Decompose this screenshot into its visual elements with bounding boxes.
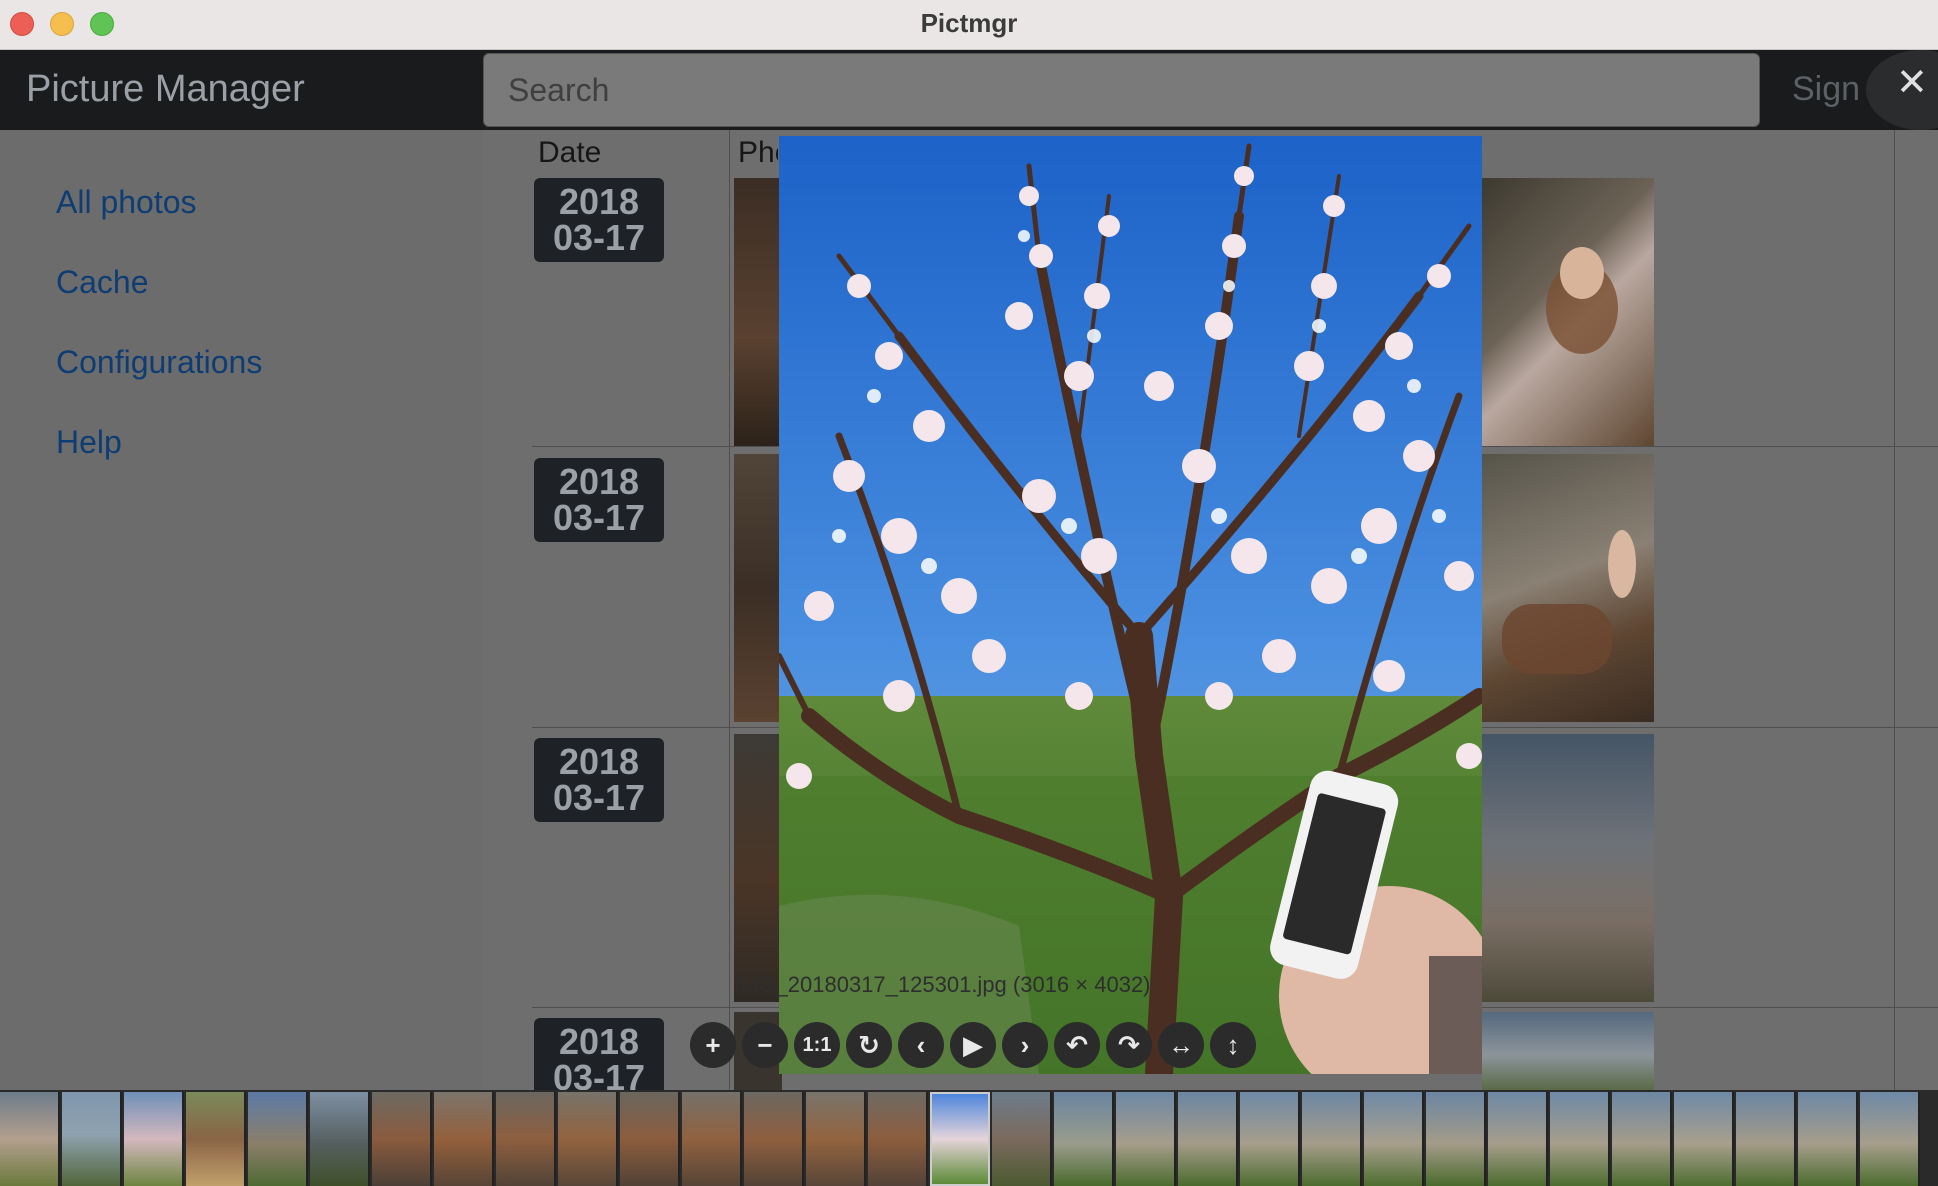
flip-horizontal-button[interactable]: ↔ <box>1158 1022 1204 1068</box>
photo-viewer-image[interactable] <box>779 136 1482 1074</box>
date-day: 03-17 <box>552 777 646 818</box>
brand[interactable]: Picture Manager <box>26 68 305 111</box>
photo-caption: IMG_20180317_125301.jpg (3016 × 4032) <box>734 972 1151 997</box>
filmstrip <box>0 1090 1938 1186</box>
filmstrip-thumbnail[interactable] <box>1364 1092 1424 1186</box>
filmstrip-thumbnail[interactable] <box>1426 1092 1486 1186</box>
filmstrip-thumbnail[interactable] <box>806 1092 866 1186</box>
filmstrip-thumbnail[interactable] <box>372 1092 432 1186</box>
navbar: Picture Manager Sign out <box>0 50 1938 130</box>
date-year: 2018 <box>558 1021 640 1062</box>
filmstrip-thumbnail[interactable] <box>1240 1092 1300 1186</box>
filmstrip-thumbnail[interactable] <box>1798 1092 1858 1186</box>
date-day: 03-17 <box>552 497 646 538</box>
filmstrip-thumbnail[interactable] <box>496 1092 556 1186</box>
filmstrip-thumbnail[interactable] <box>1302 1092 1362 1186</box>
filmstrip-thumbnail[interactable] <box>1860 1092 1920 1186</box>
filmstrip-thumbnail[interactable] <box>1116 1092 1176 1186</box>
filmstrip-thumbnail[interactable] <box>620 1092 680 1186</box>
filmstrip-thumbnail[interactable] <box>186 1092 246 1186</box>
photo-thumbnail[interactable] <box>1482 178 1654 446</box>
zoom-in-button[interactable]: + <box>690 1022 736 1068</box>
filmstrip-thumbnail-active[interactable] <box>930 1092 990 1186</box>
date-day: 03-17 <box>552 217 646 258</box>
date-year: 2018 <box>558 741 640 782</box>
date-badge: 2018 03-17 <box>534 738 664 822</box>
search-input[interactable] <box>483 53 1760 127</box>
date-badge: 2018 03-17 <box>534 178 664 262</box>
column-divider <box>729 130 730 1090</box>
app-window: Pictmgr Picture Manager Sign out All pho… <box>0 0 1938 1186</box>
filmstrip-thumbnail[interactable] <box>868 1092 928 1186</box>
filmstrip-thumbnail[interactable] <box>682 1092 742 1186</box>
photos-column-header: Photos <box>738 136 778 169</box>
filmstrip-thumbnail[interactable] <box>310 1092 370 1186</box>
rotate-left-button[interactable]: ↶ <box>1054 1022 1100 1068</box>
date-year: 2018 <box>558 181 640 222</box>
filmstrip-thumbnail[interactable] <box>248 1092 308 1186</box>
flip-vertical-button[interactable]: ↕ <box>1210 1022 1256 1068</box>
prev-button[interactable]: ‹ <box>898 1022 944 1068</box>
filmstrip-thumbnail[interactable] <box>1178 1092 1238 1186</box>
column-divider <box>1894 130 1895 1090</box>
title-bar: Pictmgr <box>0 0 1938 50</box>
thumbnail-graphic <box>1546 247 1618 354</box>
photo-thumbnail[interactable] <box>1482 454 1654 722</box>
close-icon[interactable]: ✕ <box>1896 60 1928 105</box>
filmstrip-thumbnail[interactable] <box>124 1092 184 1186</box>
plum-blossom-photo <box>779 136 1482 1074</box>
filmstrip-thumbnail[interactable] <box>1674 1092 1734 1186</box>
reset-button[interactable]: ↻ <box>846 1022 892 1068</box>
rotate-right-button[interactable]: ↷ <box>1106 1022 1152 1068</box>
sidebar-item-cache[interactable]: Cache <box>56 264 149 301</box>
filmstrip-thumbnail[interactable] <box>558 1092 618 1186</box>
photo-thumbnail[interactable] <box>1482 734 1654 1002</box>
date-year: 2018 <box>558 461 640 502</box>
sidebar-item-all-photos[interactable]: All photos <box>56 184 197 221</box>
date-column-header: Date <box>538 136 602 169</box>
filmstrip-thumbnail[interactable] <box>744 1092 804 1186</box>
filmstrip-thumbnail[interactable] <box>1550 1092 1610 1186</box>
sidebar: All photos Cache Configurations Help <box>0 130 482 1090</box>
filmstrip-thumbnail[interactable] <box>62 1092 122 1186</box>
photo-thumbnail[interactable] <box>734 734 782 1002</box>
zoom-out-button[interactable]: − <box>742 1022 788 1068</box>
sidebar-item-help[interactable]: Help <box>56 424 122 461</box>
photo-thumbnail[interactable] <box>734 178 782 446</box>
date-badge: 2018 03-17 <box>534 458 664 542</box>
filmstrip-thumbnail[interactable] <box>0 1092 60 1186</box>
sidebar-item-configurations[interactable]: Configurations <box>56 344 262 381</box>
photo-thumbnail[interactable] <box>1482 1012 1654 1090</box>
photo-thumbnail[interactable] <box>734 454 782 722</box>
window-title: Pictmgr <box>920 8 1018 38</box>
filmstrip-thumbnail[interactable] <box>434 1092 494 1186</box>
play-button[interactable]: ▶ <box>950 1022 996 1068</box>
thumbnail-graphic <box>1502 530 1636 674</box>
one-to-one-button[interactable]: 1:1 <box>794 1022 840 1068</box>
next-button[interactable]: › <box>1002 1022 1048 1068</box>
filmstrip-thumbnail[interactable] <box>992 1092 1052 1186</box>
filmstrip-thumbnail[interactable] <box>1488 1092 1548 1186</box>
filmstrip-thumbnail[interactable] <box>1736 1092 1796 1186</box>
filmstrip-thumbnail[interactable] <box>1054 1092 1114 1186</box>
filmstrip-thumbnail[interactable] <box>1612 1092 1672 1186</box>
